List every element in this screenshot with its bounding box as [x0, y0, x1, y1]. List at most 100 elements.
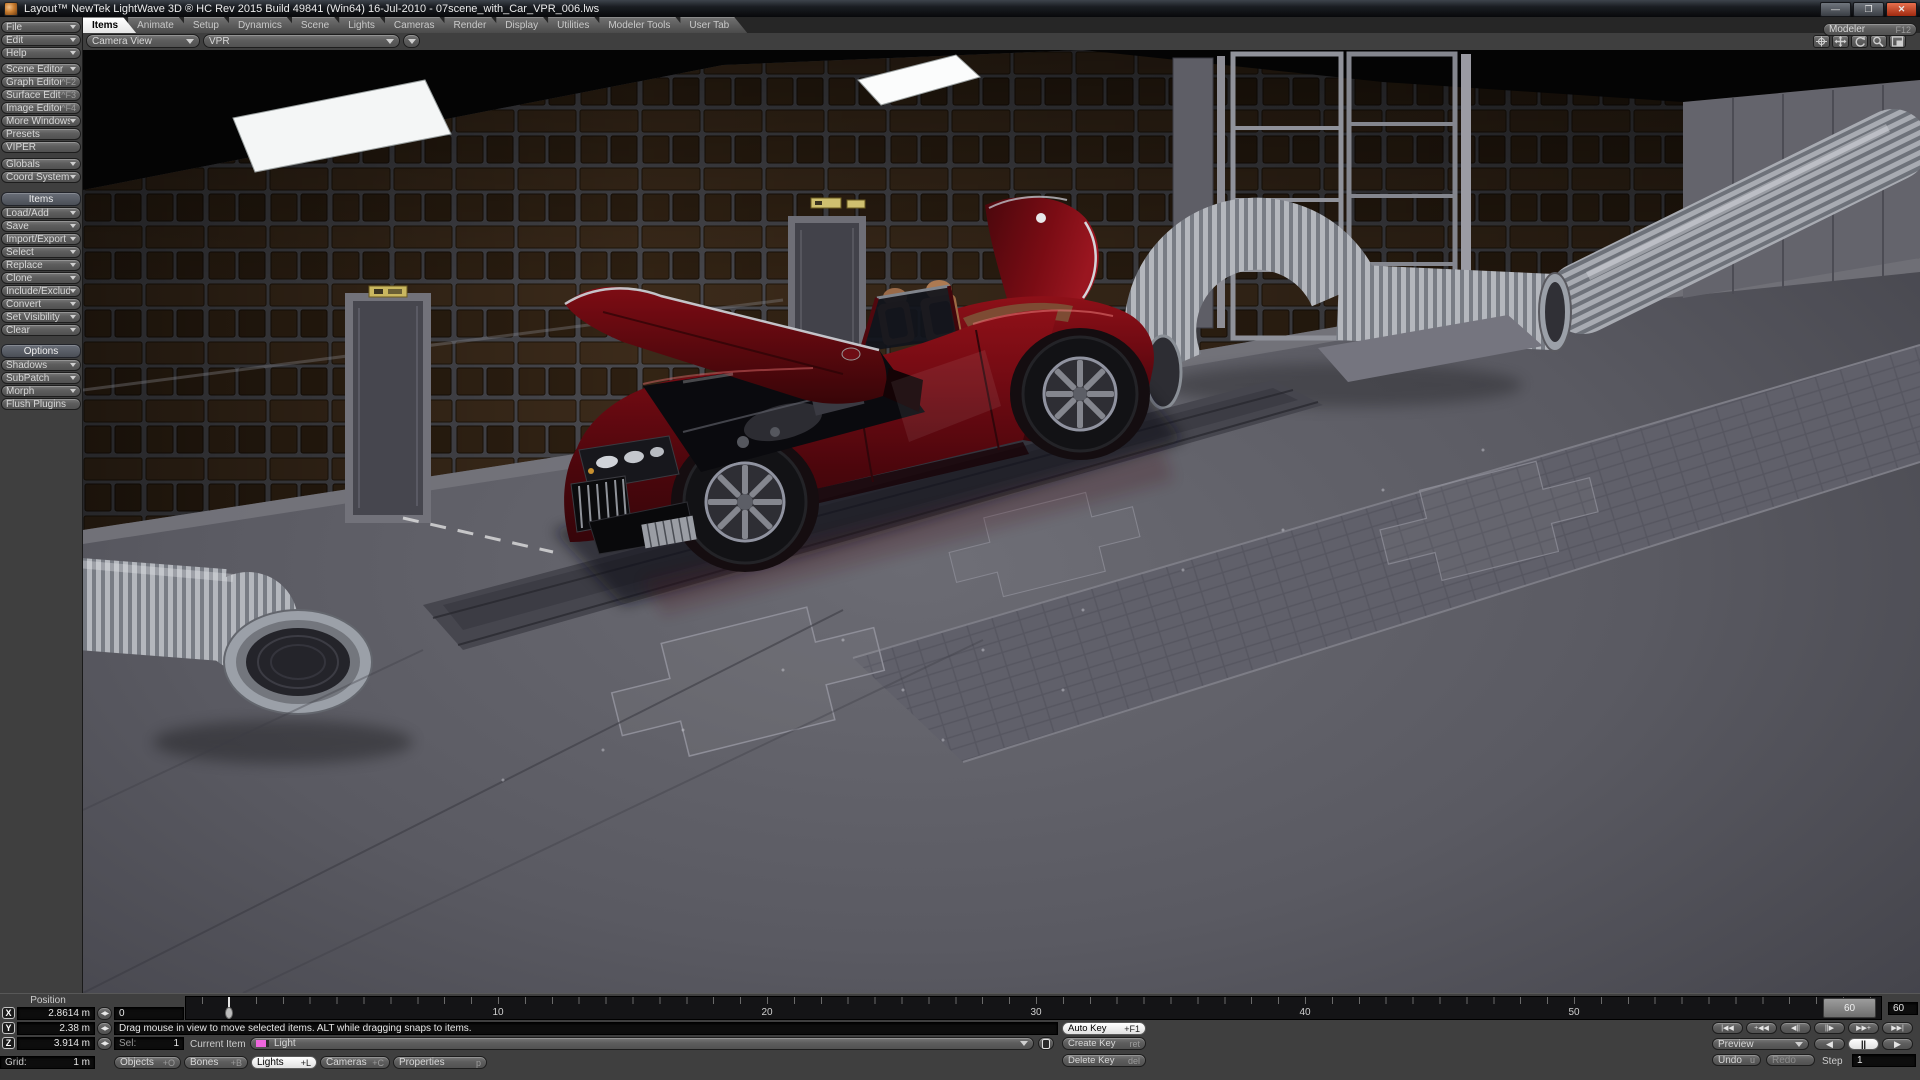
sidebar-item-clear[interactable]: Clear	[1, 324, 81, 336]
tab-cameras[interactable]: Cameras	[385, 17, 453, 33]
sidebar-item-load-add[interactable]: Load/Add	[1, 207, 81, 219]
sidebar-item-label: Clear	[6, 325, 30, 336]
sidebar-item-subpatch[interactable]: SubPatch	[1, 372, 81, 384]
bones-mode-button[interactable]: Bones +B	[184, 1056, 248, 1069]
lights-label: Lights	[257, 1057, 284, 1068]
pause-button[interactable]: ||	[1848, 1038, 1879, 1050]
viewport-3d[interactable]	[83, 50, 1920, 993]
chevron-down-icon	[70, 263, 76, 267]
sidebar-item-presets[interactable]: Presets	[1, 128, 81, 140]
render-mode-label: VPR	[209, 36, 230, 47]
rotate-view-button[interactable]	[1851, 35, 1868, 48]
sidebar-item-viper[interactable]: VIPER	[1, 141, 81, 153]
sidebar-item-flush-plugins[interactable]: Flush Plugins	[1, 398, 81, 410]
tab-render[interactable]: Render	[444, 17, 504, 33]
auto-key-button[interactable]: Auto Key +F1	[1062, 1022, 1146, 1035]
timeline-end-handle[interactable]: 60	[1823, 998, 1876, 1018]
sidebar-item-set-visibility[interactable]: Set Visibility	[1, 311, 81, 323]
chevron-down-icon	[70, 389, 76, 393]
timeline-ruler[interactable]: 0 10 20 30 40 50 60 60	[185, 996, 1882, 1020]
timeline-label: 20	[761, 1007, 772, 1018]
sidebar-item-save[interactable]: Save	[1, 220, 81, 232]
prev-frame-button[interactable]: ◀||	[1780, 1022, 1811, 1034]
tab-utilities[interactable]: Utilities	[548, 17, 607, 33]
z-nudge-button[interactable]: ◀▶	[97, 1037, 112, 1050]
current-item-select[interactable]: Light	[250, 1037, 1034, 1050]
move-view-button[interactable]	[1832, 35, 1849, 48]
play-forward-button[interactable]: ▶	[1882, 1038, 1913, 1050]
bottom-panel: Position 0 10 20 30 40 50 60 60 60 X 2.8…	[0, 993, 1920, 1080]
sidebar-item-more-windows[interactable]: More Windows	[1, 115, 81, 127]
timeline-playhead[interactable]	[228, 997, 230, 1020]
tab-dynamics[interactable]: Dynamics	[229, 17, 300, 33]
end-frame-field[interactable]: 60	[1888, 1002, 1918, 1015]
sidebar-item-clone[interactable]: Clone	[1, 272, 81, 284]
minimize-button[interactable]: —	[1820, 2, 1851, 17]
tab-animate[interactable]: Animate	[128, 17, 192, 33]
view-mode-select[interactable]: Camera View	[86, 34, 200, 48]
z-axis-button[interactable]: Z	[2, 1037, 15, 1049]
sidebar-item-label: Load/Add	[6, 208, 49, 219]
sidebar-item-label: Set Visibility	[6, 312, 60, 323]
jump-start-button[interactable]: |◀◀	[1712, 1022, 1743, 1034]
sidebar-item-globals[interactable]: Globals	[1, 158, 81, 170]
y-axis-button[interactable]: Y	[2, 1022, 15, 1034]
x-nudge-button[interactable]: ◀▶	[97, 1007, 112, 1020]
center-item-button[interactable]	[1813, 35, 1830, 48]
lights-mode-button[interactable]: Lights +L	[251, 1056, 317, 1069]
sidebar-item-select[interactable]: Select	[1, 246, 81, 258]
current-item-edit-button[interactable]	[1038, 1037, 1054, 1050]
cameras-mode-button[interactable]: Cameras +C	[320, 1056, 390, 1069]
sidebar-item-scene-editor[interactable]: Scene Editor	[1, 63, 81, 75]
sidebar-item-coord-system[interactable]: Coord System	[1, 171, 81, 183]
render-mode-options-button[interactable]	[403, 34, 420, 48]
zoom-view-button[interactable]	[1870, 35, 1887, 48]
sidebar-item-convert[interactable]: Convert	[1, 298, 81, 310]
y-nudge-button[interactable]: ◀▶	[97, 1022, 112, 1035]
modeler-button[interactable]: Modeler F12	[1823, 23, 1917, 36]
jump-end-button[interactable]: ▶▶|	[1882, 1022, 1913, 1034]
restore-button[interactable]: ❐	[1853, 2, 1884, 17]
sidebar-item-shadows[interactable]: Shadows	[1, 359, 81, 371]
timeline-label: 50	[1568, 1007, 1579, 1018]
close-button[interactable]: ✕	[1886, 2, 1917, 17]
chevron-down-icon	[1795, 1042, 1803, 1047]
render-mode-select[interactable]: VPR	[203, 34, 400, 48]
delete-key-button[interactable]: Delete Key del	[1062, 1054, 1146, 1067]
tab-scene[interactable]: Scene	[292, 17, 347, 33]
sidebar-item-file[interactable]: File	[1, 21, 81, 33]
sidebar-item-help[interactable]: Help	[1, 47, 81, 59]
properties-button[interactable]: Properties p	[393, 1056, 487, 1069]
z-value-field[interactable]: 3.914 m	[17, 1037, 95, 1050]
tab-lights[interactable]: Lights	[339, 17, 393, 33]
x-value-field[interactable]: 2.8614 m	[17, 1007, 95, 1020]
play-reverse-button[interactable]: ◀	[1814, 1038, 1845, 1050]
step-field[interactable]: 1	[1852, 1054, 1916, 1067]
y-value-field[interactable]: 2.38 m	[17, 1022, 95, 1035]
current-frame-field[interactable]: 0	[114, 1007, 184, 1020]
sidebar-item-image-editor[interactable]: Image Editor^F4	[1, 102, 81, 114]
maximize-viewport-button[interactable]	[1889, 35, 1906, 48]
next-key-button[interactable]: ▶▶+	[1848, 1022, 1879, 1034]
redo-button[interactable]: Redo	[1766, 1054, 1815, 1066]
chevron-down-icon	[70, 51, 76, 55]
sidebar-item-replace[interactable]: Replace	[1, 259, 81, 271]
sidebar-item-edit[interactable]: Edit	[1, 34, 81, 46]
selection-count-field: Sel: 1	[114, 1037, 184, 1050]
prev-key-button[interactable]: +◀◀	[1746, 1022, 1777, 1034]
sidebar-item-morph[interactable]: Morph	[1, 385, 81, 397]
sidebar-item-graph-editor[interactable]: Graph Editor^F2	[1, 76, 81, 88]
sidebar-item-include-exclude[interactable]: Include/Exclude	[1, 285, 81, 297]
sidebar-item-surface-editor[interactable]: Surface Editor^F3	[1, 89, 81, 101]
tab-modeler-tools[interactable]: Modeler Tools	[599, 17, 688, 33]
sidebar-item-import-export[interactable]: Import/Export	[1, 233, 81, 245]
undo-button[interactable]: Undo u	[1712, 1054, 1761, 1066]
create-key-button[interactable]: Create Key ret	[1062, 1037, 1146, 1050]
objects-mode-button[interactable]: Objects +O	[114, 1056, 181, 1069]
x-axis-button[interactable]: X	[2, 1007, 15, 1019]
current-item-label: Current Item	[190, 1039, 246, 1050]
next-frame-button[interactable]: ||▶	[1814, 1022, 1845, 1034]
tab-user-tab[interactable]: User Tab	[680, 17, 747, 33]
preview-select[interactable]: Preview	[1712, 1038, 1809, 1050]
tab-display[interactable]: Display	[496, 17, 556, 33]
